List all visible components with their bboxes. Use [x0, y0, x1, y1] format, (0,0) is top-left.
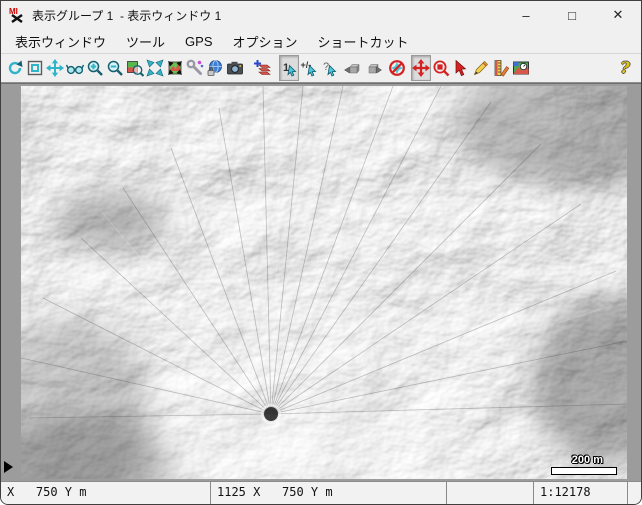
red-magnifier-box-icon: [432, 59, 450, 77]
window-title: 表示グループ 1 - 表示ウィンドウ 1: [32, 7, 221, 24]
full-view-button[interactable]: [25, 55, 45, 81]
position-view-button[interactable]: [45, 55, 65, 81]
options-tools-button[interactable]: [185, 55, 205, 81]
terrain-raster[interactable]: 200 m: [21, 86, 627, 479]
snapshot-button[interactable]: [225, 55, 245, 81]
arrows-inward-icon: [146, 59, 164, 77]
measure-tool-button[interactable]: [491, 55, 511, 81]
one-cursor-icon: 1: [280, 59, 298, 77]
next-layout-button[interactable]: [363, 55, 383, 81]
close-icon: ✕: [613, 7, 624, 23]
scale-bar: 200 m: [551, 454, 617, 475]
map-area: 200 m: [1, 83, 641, 481]
geotoolbox-button[interactable]: [511, 55, 531, 81]
maximize-button[interactable]: □: [549, 1, 595, 29]
tntmips-logo-icon[interactable]: MI: [8, 6, 26, 24]
cube-left-arrow-icon: [344, 59, 362, 77]
hillshade-image: [21, 86, 627, 479]
square-frame-icon: [26, 59, 44, 77]
previous-view-button[interactable]: [65, 55, 85, 81]
wrench-icon: [186, 59, 204, 77]
map-corners-icon: [166, 59, 184, 77]
magnifier-plus-icon: [86, 59, 104, 77]
red-cross-arrows-icon: [412, 59, 430, 77]
four-arrows-icon: [46, 59, 64, 77]
plus-minus-cursor-icon: +/-: [300, 59, 318, 77]
scale-bar-rule: [551, 467, 617, 475]
previous-layout-button[interactable]: [343, 55, 363, 81]
circular-arrow-icon: [6, 59, 24, 77]
sketch-tool-button[interactable]: [471, 55, 491, 81]
menu-display-window[interactable]: 表示ウィンドウ: [5, 30, 116, 53]
minimize-icon: –: [522, 8, 529, 23]
cube-right-arrow-icon: [364, 59, 382, 77]
magnifier-map-icon: [126, 59, 144, 77]
maximize-icon: □: [568, 8, 576, 23]
status-map-scale-field[interactable]: 1:12178: [534, 482, 627, 504]
red-arrow-cursor-icon: [452, 59, 470, 77]
question-cursor-icon: ?: [320, 59, 338, 77]
magnifier-minus-icon: [106, 59, 124, 77]
help-button[interactable]: ?: [615, 55, 635, 81]
ruler-pencil-icon: [492, 59, 510, 77]
status-position-field: X 750 Y m: [1, 482, 211, 504]
menu-shortcuts[interactable]: ショートカット: [308, 30, 419, 53]
zoom-out-button[interactable]: [105, 55, 125, 81]
zoom-to-extents-button[interactable]: [165, 55, 185, 81]
zoom-to-map-button[interactable]: [125, 55, 145, 81]
zoom-in-button[interactable]: [85, 55, 105, 81]
scale-bar-label: 200 m: [572, 454, 603, 466]
zoom-to-fit-button[interactable]: [145, 55, 165, 81]
redraw-button[interactable]: [5, 55, 25, 81]
close-button[interactable]: ✕: [595, 1, 641, 29]
add-layer-button[interactable]: [253, 55, 273, 81]
resize-grip[interactable]: [627, 482, 641, 504]
status-bar: X 750 Y m 1125 X 750 Y m 1:12178: [1, 481, 641, 504]
map-gauge-icon: [512, 59, 530, 77]
menu-gps[interactable]: GPS: [175, 32, 222, 51]
toolbar: 1 +/- ?: [1, 54, 641, 83]
show-sidebar-button[interactable]: [4, 461, 13, 473]
prohibited-icon: [388, 59, 406, 77]
add-layers-icon: [254, 59, 272, 77]
web-locate-button[interactable]: [205, 55, 225, 81]
status-empty-field: [447, 482, 534, 504]
globe-lock-icon: [206, 59, 224, 77]
title-bar: MI 表示グループ 1 - 表示ウィンドウ 1 – □ ✕: [1, 1, 641, 29]
menu-tools[interactable]: ツール: [116, 30, 175, 53]
pencil-icon: [472, 59, 490, 77]
minimize-button[interactable]: –: [503, 1, 549, 29]
camera-icon: [226, 59, 244, 77]
view-single-button[interactable]: 1: [279, 55, 299, 81]
select-tool-button[interactable]: [451, 55, 471, 81]
status-cursor-coordinates-field: 1125 X 750 Y m: [211, 482, 447, 504]
zoom-toggle-tool-button[interactable]: +/-: [299, 55, 319, 81]
cancel-button[interactable]: [387, 55, 407, 81]
help-icon: ?: [620, 60, 629, 76]
menu-bar: 表示ウィンドウ ツール GPS オプション ショートカット: [1, 29, 641, 54]
view-window: MI 表示グループ 1 - 表示ウィンドウ 1 – □ ✕ 表示ウィンドウ ツー…: [0, 0, 642, 505]
zoom-box-tool-button[interactable]: [431, 55, 451, 81]
help-cursor-button[interactable]: ?: [319, 55, 339, 81]
glasses-icon: [66, 59, 84, 77]
menu-options[interactable]: オプション: [223, 30, 308, 53]
pan-tool-button[interactable]: [411, 55, 431, 81]
window-controls: – □ ✕: [503, 1, 641, 29]
